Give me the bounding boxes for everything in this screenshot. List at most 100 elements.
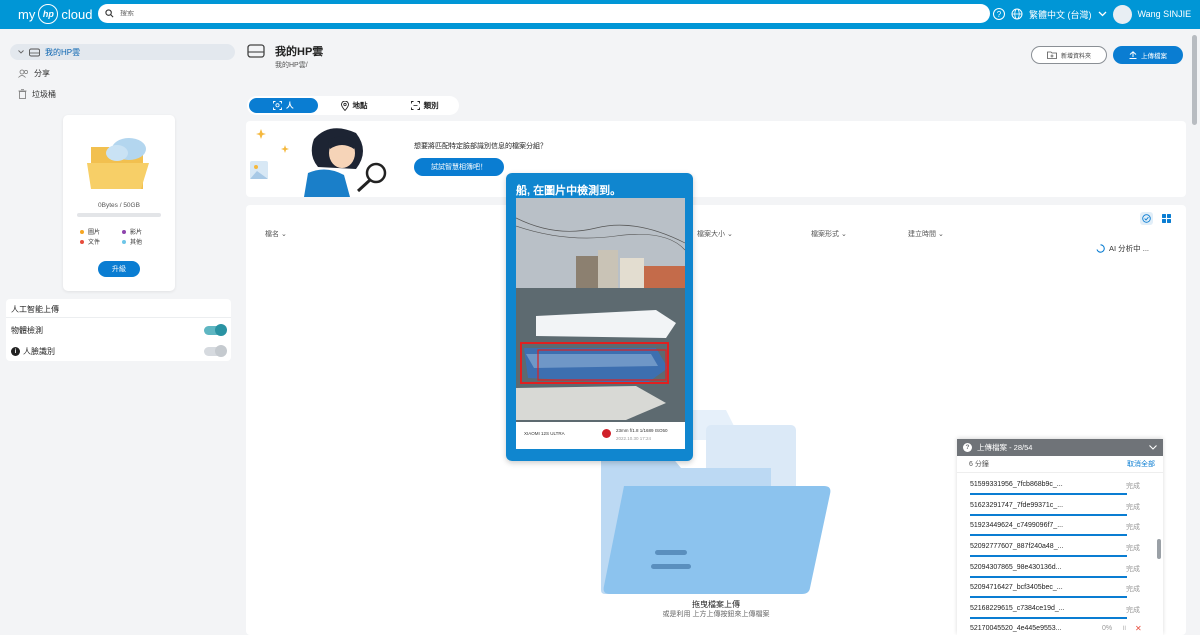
tab-categories[interactable]: 類別	[390, 98, 459, 113]
try-smart-album-button[interactable]: 試試智慧相簿吧！	[414, 158, 504, 176]
cancel-all-button[interactable]: 取消全部	[1127, 459, 1155, 469]
tab-label: 地點	[352, 101, 368, 110]
user-name[interactable]: Wang SINJIE	[1138, 9, 1192, 19]
avatar[interactable]	[1112, 4, 1132, 24]
grid-icon	[1162, 214, 1171, 223]
upload-file-row: 51599331956_7fcb868b9c_... 完成	[970, 479, 1140, 499]
upload-panel-summary: 6 分鐘 取消全部	[957, 456, 1163, 473]
legend-label: 文件	[88, 240, 101, 246]
hp-logo-mark: hp	[38, 4, 59, 24]
logo-suffix: cloud	[61, 6, 93, 22]
file-name: 51923449624_c7499096f7_...	[970, 522, 1064, 529]
column-header-type[interactable]: 檔案形式 ⌄	[811, 229, 847, 239]
top-right-controls: ? 繁體中文 (台灣) Wang SINJIE	[993, 4, 1191, 24]
object-detection-toggle[interactable]	[204, 324, 227, 336]
new-folder-label: 新增資料夾	[1060, 53, 1091, 60]
camera-model: XIAOMI 12S ULTRA	[524, 431, 565, 436]
file-progress-bar	[970, 493, 1127, 495]
camera-brand-logo	[602, 429, 611, 438]
new-folder-button[interactable]: 新增資料夾	[1031, 46, 1107, 64]
upload-panel-header[interactable]: ? 上傳檔案 - 28/54	[957, 439, 1163, 456]
upgrade-button[interactable]: 升級	[98, 261, 140, 277]
detection-popup: 船, 在圖片中檢測到。 XIAOMI 12S ULTRA 23mm f/1.8 …	[506, 173, 693, 461]
column-header-size[interactable]: 檔案大小 ⌄	[697, 229, 733, 239]
column-label: 檔案形式	[811, 231, 839, 238]
spinner-icon	[1096, 243, 1105, 253]
file-name: 51623291747_7fde99371c_...	[970, 502, 1064, 509]
help-icon[interactable]: ?	[993, 8, 1005, 20]
info-icon[interactable]: i	[11, 347, 20, 356]
pause-icon[interactable]: ॥	[1122, 624, 1126, 633]
close-icon[interactable]: ✕	[1135, 624, 1142, 633]
file-progress-bar	[970, 534, 1127, 536]
upload-file-row: 52168229615_c7384ce19d_... 完成	[970, 603, 1140, 623]
column-header-name[interactable]: 檔名 ⌄	[265, 229, 287, 239]
file-name: 52092777607_887f240a48_...	[970, 543, 1064, 550]
sidebar-item-my-cloud[interactable]: 我的HP雲	[10, 44, 235, 60]
smart-album-tabs: 人 地點 類別	[247, 96, 459, 115]
upload-panel-scrollbar[interactable]	[1157, 539, 1161, 559]
file-name: 52168229615_c7384ce19d_...	[970, 605, 1065, 612]
file-progress-bar	[970, 555, 1127, 557]
column-label: 建立時間	[908, 231, 936, 238]
tab-people[interactable]: 人	[249, 98, 318, 113]
sidebar-item-label: 分享	[34, 68, 50, 78]
page-title: 我的HP雲	[275, 46, 324, 58]
column-label: 檔案大小	[697, 231, 725, 238]
file-status: 0%	[1102, 625, 1113, 632]
column-label: 檔名	[265, 231, 279, 238]
file-progress-bar	[970, 514, 1127, 516]
upload-file-row: 51923449624_c7499096f7_... 完成	[970, 520, 1140, 540]
check-circle-icon	[1142, 214, 1151, 223]
help-icon[interactable]: ?	[963, 443, 972, 452]
app-logo[interactable]: my hp cloud	[18, 4, 92, 24]
search-bar[interactable]	[98, 4, 990, 23]
logo-prefix: my	[18, 6, 36, 22]
object-detection-row: 物體檢測	[11, 324, 227, 336]
banner-question: 想要將匹配特定臉部識別信息的檔案分組？	[414, 143, 547, 150]
photo-exif-footer: XIAOMI 12S ULTRA 23mm f/1.8 1/1689 ISO50…	[516, 422, 685, 449]
upload-file-button[interactable]: 上傳檔案	[1113, 46, 1183, 64]
chevron-down-icon[interactable]	[1098, 11, 1107, 17]
file-status: 完成	[1126, 545, 1140, 552]
face-recognition-toggle[interactable]	[204, 345, 227, 357]
globe-icon[interactable]	[1011, 8, 1023, 20]
upload-file-row: 52094307865_98e430136d... 完成	[970, 562, 1140, 582]
search-input[interactable]	[120, 10, 940, 17]
grid-view-button[interactable]	[1160, 212, 1173, 225]
ai-title-text: 人工智能上傳	[11, 305, 59, 314]
upload-file-row: 51623291747_7fde99371c_... 完成	[970, 500, 1140, 520]
upload-file-row: 52094716427_bcf3405bec_... 完成	[970, 582, 1140, 602]
column-header-created[interactable]: 建立時間 ⌄	[908, 229, 944, 239]
list-view-button[interactable]	[1140, 212, 1153, 225]
location-pin-icon	[340, 100, 349, 111]
page-scrollbar[interactable]	[1192, 35, 1197, 125]
top-bar: my hp cloud ? 繁體中文 (台灣) Wang SINJIE	[0, 0, 1200, 29]
legend-documents: 文件	[80, 237, 100, 246]
legend-label: 圖片	[88, 230, 101, 236]
chevron-down-icon[interactable]	[1149, 445, 1157, 450]
legend-videos: 影片	[122, 227, 142, 236]
upload-panel-title: 上傳檔案 - 28/54	[977, 443, 1033, 452]
sidebar-item-label: 我的HP雲	[45, 47, 81, 57]
file-name: 51599331956_7fcb868b9c_...	[970, 481, 1063, 488]
legend-label: 影片	[130, 230, 143, 236]
file-status: 完成	[1126, 586, 1140, 593]
sidebar-item-share[interactable]: 分享	[10, 65, 235, 81]
breadcrumb[interactable]: 我的HP雲/	[275, 60, 308, 70]
ai-upload-title: 人工智能上傳	[11, 304, 226, 315]
drive-icon	[29, 48, 40, 56]
storage-usage: 0Bytes / 50GB	[98, 202, 140, 209]
language-selector[interactable]: 繁體中文 (台灣)	[1029, 8, 1092, 21]
file-status: 完成	[1126, 607, 1140, 614]
divider	[6, 317, 231, 318]
harbor-photo	[516, 198, 685, 422]
detection-title: 船, 在圖片中檢測到。	[516, 185, 622, 197]
upload-label: 上傳檔案	[1141, 53, 1167, 60]
tab-label: 類別	[423, 101, 439, 110]
file-progress-bar	[970, 617, 1127, 619]
sidebar-item-trash[interactable]: 垃圾桶	[10, 86, 235, 102]
exif-date: 2022.10.30 17:24	[616, 436, 652, 441]
storage-card: 0Bytes / 50GB 圖片 影片 文件 其他 升級	[63, 115, 175, 291]
tab-places[interactable]: 地點	[320, 98, 389, 113]
